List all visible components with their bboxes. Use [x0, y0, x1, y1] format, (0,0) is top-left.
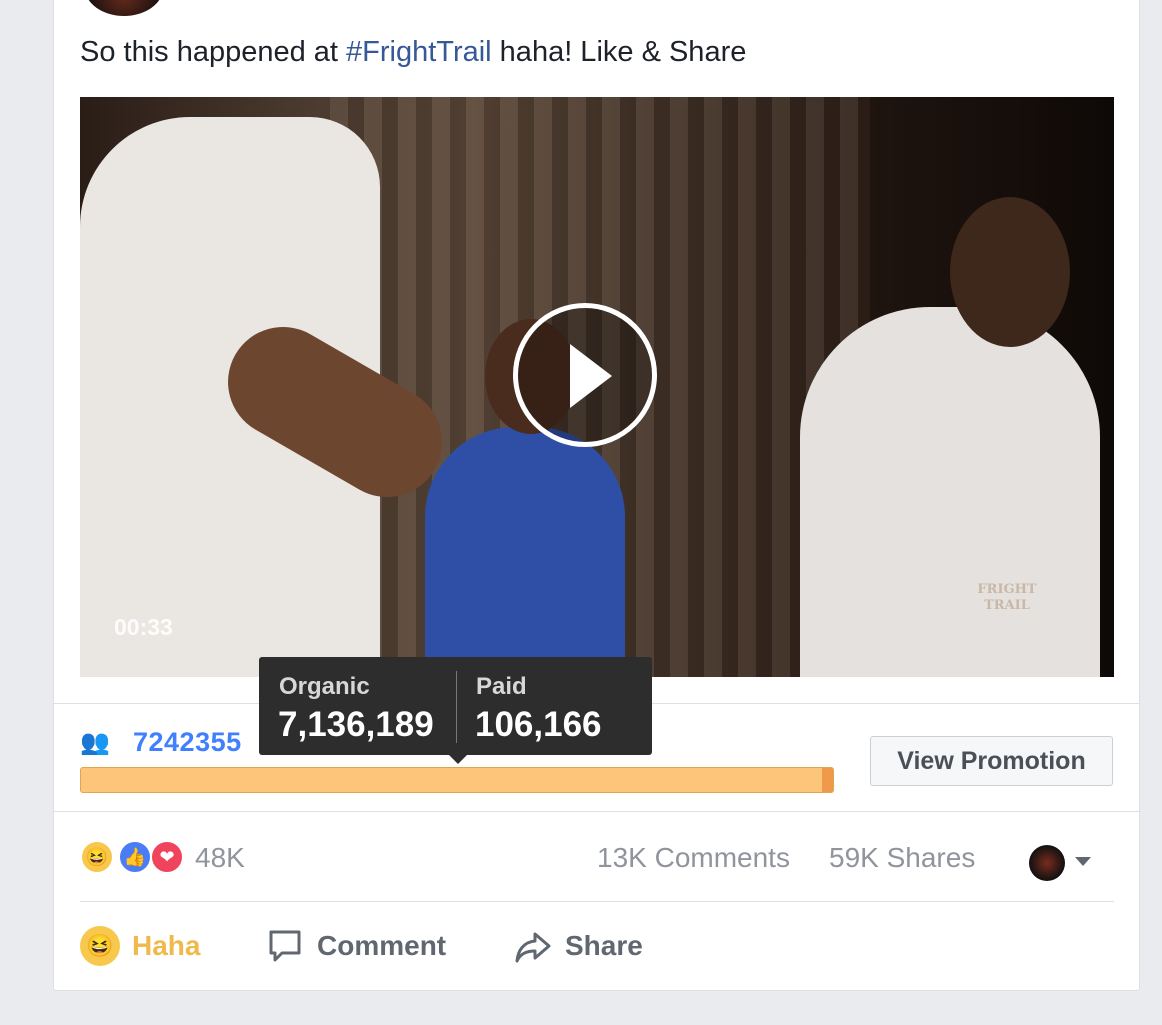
reach-tooltip: Organic 7,136,189 Paid 106,166 [259, 657, 652, 764]
like-icon: 👍 [118, 840, 152, 874]
share-icon [513, 926, 553, 966]
paid-value: 106,166 [475, 705, 602, 744]
video-duration: 00:33 [114, 614, 173, 640]
view-promotion-button[interactable]: View Promotion [870, 736, 1113, 786]
reaction-icons[interactable]: 😆 👍 ❤ [80, 840, 190, 876]
tooltip-separator [456, 671, 457, 743]
paid-label: Paid [476, 673, 527, 700]
comment-button[interactable]: Comment [265, 926, 446, 966]
comments-count[interactable]: 13K Comments [597, 842, 790, 874]
haha-label: Haha [132, 930, 201, 961]
caption-text: So this happened at [80, 36, 347, 68]
divider [80, 901, 1114, 902]
page-avatar-selector[interactable] [1029, 845, 1065, 881]
reach-total-link[interactable]: 7242355 [133, 727, 242, 758]
shares-count[interactable]: 59K Shares [829, 842, 975, 874]
play-icon[interactable] [513, 303, 657, 447]
haha-icon: 😆 [80, 926, 120, 966]
video-frame-figure [425, 427, 625, 677]
video-frame-figure [800, 307, 1100, 677]
chevron-down-icon[interactable] [1075, 857, 1091, 866]
post-caption: So this happened at #FrightTrail haha! L… [80, 36, 746, 69]
video-player[interactable]: 00:33 FRIGHT TRAIL [80, 97, 1114, 677]
divider [53, 811, 1140, 812]
video-frame-figure [950, 197, 1070, 347]
share-label: Share [565, 930, 643, 961]
love-icon: ❤ [150, 840, 184, 874]
comment-icon [265, 926, 305, 966]
hashtag-link[interactable]: #FrightTrail [346, 36, 492, 68]
people-icon: 👥 [80, 729, 110, 756]
watermark-logo: FRIGHT TRAIL [977, 582, 1037, 613]
organic-value: 7,136,189 [278, 705, 434, 744]
reach-bar-paid [822, 768, 833, 792]
haha-button[interactable]: 😆 Haha [80, 926, 200, 966]
reaction-count[interactable]: 48K [195, 842, 245, 874]
caption-text-suffix: haha! Like & Share [491, 36, 747, 68]
haha-icon: 😆 [80, 840, 114, 874]
share-button[interactable]: Share [513, 926, 643, 966]
comment-label: Comment [317, 930, 447, 961]
organic-label: Organic [279, 673, 370, 700]
reach-bar[interactable] [80, 767, 834, 793]
